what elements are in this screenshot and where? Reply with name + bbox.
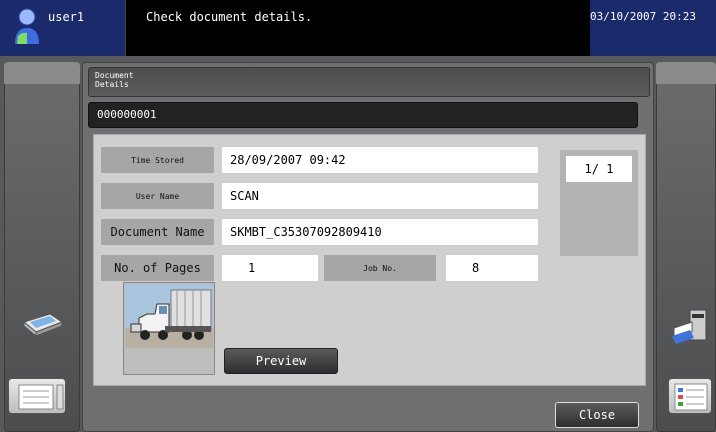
dialog-title-bar: Document Details xyxy=(88,67,650,97)
document-name-value: SKMBT_C35307092809410 xyxy=(222,219,538,245)
user-block: user1 xyxy=(0,0,126,56)
close-button[interactable]: Close xyxy=(555,402,639,428)
user-icon xyxy=(12,6,42,46)
left-side-panel xyxy=(4,62,80,432)
job-list-icon[interactable] xyxy=(8,378,66,414)
page-indicator: 1/ 1 xyxy=(566,156,632,182)
document-id-bar: 000000001 xyxy=(88,102,638,128)
time-stored-label: Time Stored xyxy=(101,147,214,173)
job-number-value: 8 xyxy=(446,255,538,281)
job-number-label: Job No. xyxy=(324,255,436,281)
dialog-title: Document Details xyxy=(95,71,134,89)
time-stored-value: 28/09/2007 09:42 xyxy=(222,147,538,173)
user-name: user1 xyxy=(48,10,85,24)
preview-button[interactable]: Preview xyxy=(224,348,338,374)
datetime: 03/10/2007 20:23 xyxy=(590,10,696,23)
scanner-icon[interactable] xyxy=(20,308,64,338)
pages-value: 1 xyxy=(222,255,318,281)
job-list-right-icon[interactable] xyxy=(668,378,712,414)
user-name-label: User Name xyxy=(101,183,214,209)
printer-icon[interactable] xyxy=(668,306,710,346)
document-id: 000000001 xyxy=(97,108,157,121)
right-panel-tab xyxy=(656,62,716,84)
left-panel-tab xyxy=(4,62,80,84)
user-name-value: SCAN xyxy=(222,183,538,209)
pages-label: No. of Pages xyxy=(101,255,214,281)
status-message: Check document details. xyxy=(146,10,313,24)
right-side-panel xyxy=(656,62,716,432)
document-name-label: Document Name xyxy=(101,219,214,245)
document-thumbnail[interactable] xyxy=(125,284,213,348)
